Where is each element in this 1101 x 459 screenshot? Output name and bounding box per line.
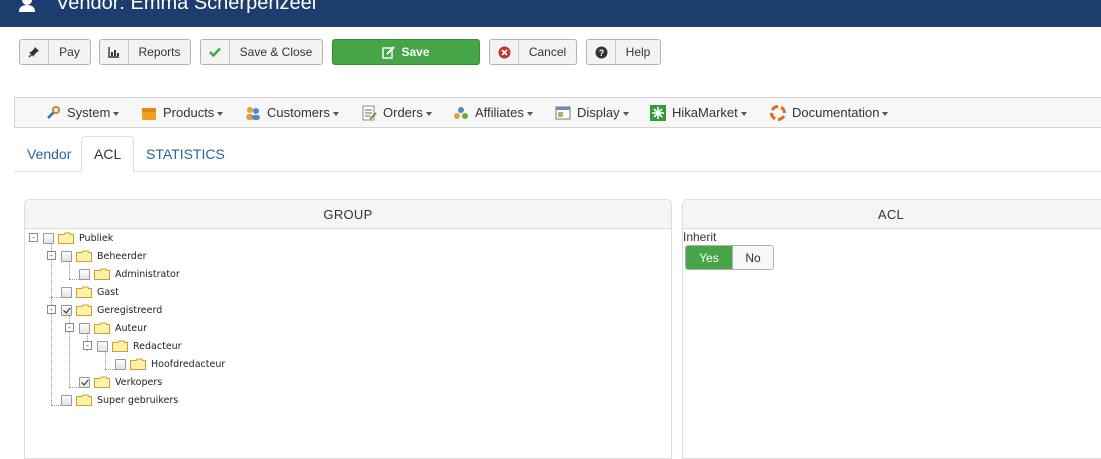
tree-checkbox[interactable]	[43, 232, 54, 244]
tree-node-label: Administrator	[115, 268, 180, 280]
tree-node-label: Redacteur	[133, 340, 182, 352]
tree-checkbox[interactable]	[61, 286, 72, 298]
tree-node-publiek: - Publiek	[29, 229, 113, 247]
tree-node-label: Super gebruikers	[97, 394, 179, 406]
collapse-toggle[interactable]: -	[47, 251, 56, 260]
tree-node-auteur: - Auteur	[65, 319, 147, 337]
acl-panel: ACL Inherit Yes No	[682, 199, 1101, 459]
tree-node-geregistreerd: - Geregistreerd	[47, 301, 162, 319]
cancel-icon	[490, 40, 519, 64]
users-icon	[246, 106, 260, 120]
collapse-toggle[interactable]: -	[65, 323, 74, 332]
tree-node-label: Gast	[97, 286, 119, 298]
tree-checkbox[interactable]	[115, 358, 126, 370]
tree-node-label: Beheerder	[97, 250, 147, 262]
menu-display[interactable]: Display	[555, 98, 629, 127]
folder-icon	[76, 250, 92, 262]
folder-icon	[112, 340, 128, 352]
affiliates-icon	[454, 106, 468, 119]
collapse-toggle[interactable]: -	[83, 341, 92, 350]
folder-icon	[76, 286, 92, 298]
menu-customers[interactable]: Customers	[245, 98, 339, 127]
acl-panel-heading: ACL	[683, 200, 1101, 229]
group-panel: GROUP - Publiek - Beheerder Administrato…	[24, 199, 672, 459]
pin-icon	[20, 40, 49, 64]
folder-icon	[130, 358, 146, 370]
edit-icon	[382, 45, 396, 59]
folder-icon	[94, 376, 110, 388]
question-icon: ?	[587, 40, 616, 64]
tree-checkbox[interactable]	[79, 376, 90, 388]
tree-node-hoofdredacteur: Hoofdredacteur	[101, 355, 225, 373]
help-button[interactable]: ? Help	[586, 39, 661, 65]
folder-icon	[94, 322, 110, 334]
tab-acl[interactable]: ACL	[81, 136, 135, 172]
tree-checkbox[interactable]	[79, 322, 90, 334]
hikamarket-icon	[650, 104, 666, 121]
box-icon	[142, 107, 156, 120]
folder-icon	[76, 304, 92, 316]
reports-button[interactable]: Reports	[99, 39, 191, 65]
group-tree: - Publiek - Beheerder Administrator Gast	[25, 229, 665, 449]
bar-chart-icon	[100, 40, 129, 64]
group-panel-heading: GROUP	[25, 200, 671, 229]
tree-node-label: Auteur	[115, 322, 148, 334]
tree-node-gast: Gast	[47, 283, 119, 301]
inherit-label: Inherit	[683, 230, 717, 244]
page-header: Vendor: Emma Scherpenzeel	[0, 0, 1101, 27]
tree-node-label: Publiek	[79, 232, 114, 244]
tree-node-beheerder: - Beheerder	[47, 247, 147, 265]
cancel-button[interactable]: Cancel	[489, 39, 577, 65]
orders-icon	[362, 105, 377, 120]
menu-products[interactable]: Products	[141, 98, 224, 127]
tab-statistics[interactable]: STATISTICS	[146, 136, 225, 171]
wrench-icon	[47, 105, 60, 119]
collapse-toggle[interactable]: -	[29, 233, 38, 242]
folder-icon	[94, 268, 110, 280]
folder-icon	[58, 232, 74, 244]
menu-hikamarket[interactable]: HikaMarket	[650, 98, 747, 127]
tab-bar: Vendor ACL STATISTICS	[0, 136, 1101, 172]
tree-node-redacteur: - Redacteur	[83, 337, 182, 355]
pay-button[interactable]: Pay	[19, 39, 91, 65]
tab-vendor[interactable]: Vendor	[27, 136, 71, 171]
hikashop-menu: System Products Customers Orders Affilia…	[14, 97, 1101, 128]
tree-checkbox[interactable]	[61, 394, 72, 406]
lifebuoy-icon	[770, 104, 786, 121]
tree-checkbox[interactable]	[79, 268, 90, 280]
menu-orders[interactable]: Orders	[361, 98, 432, 127]
tree-node-super-gebruikers: Super gebruikers	[47, 391, 178, 409]
inherit-yes-button[interactable]: Yes	[686, 246, 732, 269]
inherit-no-button[interactable]: No	[732, 246, 773, 269]
folder-icon	[76, 394, 92, 406]
inherit-toggle: Yes No	[685, 245, 774, 270]
tree-node-label: Hoofdredacteur	[151, 358, 226, 370]
check-icon	[201, 40, 230, 64]
tree-node-label: Verkopers	[115, 376, 163, 388]
collapse-toggle[interactable]: -	[47, 305, 56, 314]
menu-affiliates[interactable]: Affiliates	[453, 98, 533, 127]
tree-checkbox[interactable]	[61, 250, 72, 262]
display-icon	[555, 106, 571, 119]
save-close-button[interactable]: Save & Close	[200, 39, 323, 65]
menu-system[interactable]: System	[45, 98, 120, 127]
svg-text:?: ?	[598, 48, 604, 58]
tree-node-verkopers: Verkopers	[65, 373, 162, 391]
tree-checkbox[interactable]	[97, 340, 108, 352]
tree-node-administrator: Administrator	[65, 265, 180, 283]
tree-checkbox[interactable]	[61, 304, 72, 316]
page-title: Vendor: Emma Scherpenzeel	[56, 0, 317, 14]
menu-documentation[interactable]: Documentation	[770, 98, 889, 127]
user-icon	[19, 0, 35, 12]
tree-node-label: Geregistreerd	[97, 304, 163, 316]
save-button[interactable]: Save	[332, 39, 480, 65]
